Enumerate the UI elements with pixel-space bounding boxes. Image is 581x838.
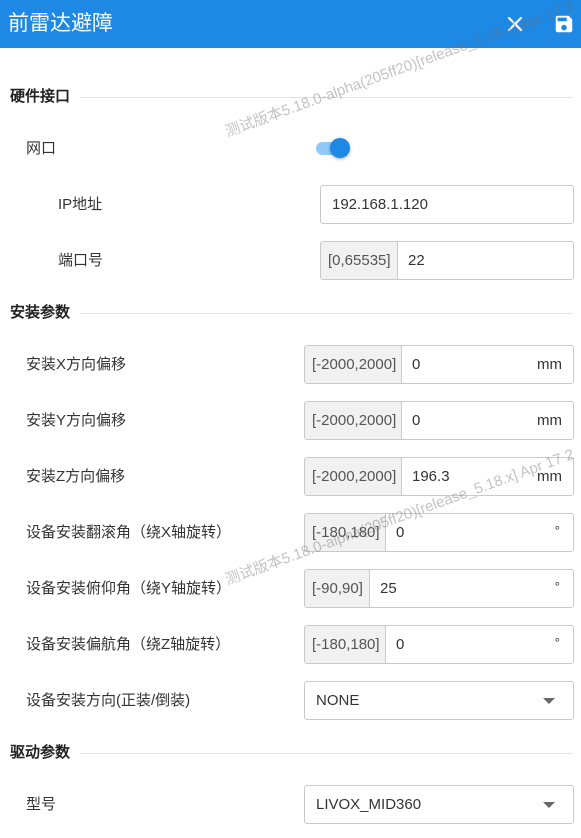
offset-z-range: [-2000,2000] [305,458,402,495]
offset-z-input[interactable] [402,458,537,495]
offset-x-label: 安装X方向偏移 [26,356,127,373]
offset-y-input[interactable] [402,402,537,439]
yaw-input[interactable] [386,626,555,663]
install-direction-value: NONE [316,692,360,709]
roll-range: [-180,180] [305,514,386,551]
offset-z-unit: mm [537,468,562,485]
section-divider [80,753,573,754]
section-title-driver: 驱动参数 [10,744,71,761]
port-range: [0,65535] [321,242,398,279]
roll-label: 设备安装翻滚角（绕X轴旋转） [26,524,232,541]
pitch-unit: ° [554,579,560,594]
lidar-settings-dialog: 前雷达避障 硬件接口 网口 IP地址 端口号 [0,65535] 安装参数 安装… [0,0,581,838]
offset-z-field: [-2000,2000] mm [304,457,574,496]
offset-z-label: 安装Z方向偏移 [26,468,126,485]
dialog-header: 前雷达避障 [0,0,581,48]
save-button[interactable] [552,12,576,36]
section-title-install: 安装参数 [10,304,71,321]
ip-field [320,185,574,224]
close-button[interactable] [503,12,527,36]
yaw-range: [-180,180] [305,626,386,663]
offset-x-field: [-2000,2000] mm [304,345,574,384]
offset-y-unit: mm [537,412,562,429]
model-value: LIVOX_MID360 [316,796,422,813]
offset-y-label: 安装Y方向偏移 [26,412,127,429]
save-icon [555,15,573,33]
triangle-down-icon [543,801,555,808]
model-label: 型号 [26,796,57,813]
network-toggle[interactable] [316,138,350,158]
roll-field: [-180,180] ° [304,513,574,552]
toggle-knob [330,138,350,158]
port-field: [0,65535] [320,241,574,280]
install-direction-label: 设备安装方向(正装/倒装) [26,692,191,709]
roll-unit: ° [554,523,560,538]
close-icon [507,16,523,32]
yaw-unit: ° [554,635,560,650]
offset-x-range: [-2000,2000] [305,346,402,383]
yaw-field: [-180,180] ° [304,625,574,664]
ip-input[interactable] [321,186,573,223]
pitch-range: [-90,90] [305,570,370,607]
port-label: 端口号 [58,252,104,269]
offset-y-field: [-2000,2000] mm [304,401,574,440]
section-divider [80,313,573,314]
roll-input[interactable] [386,514,555,551]
pitch-label: 设备安装俯仰角（绕Y轴旋转） [26,580,232,597]
port-input[interactable] [398,242,573,279]
network-label: 网口 [26,140,57,157]
pitch-field: [-90,90] ° [304,569,574,608]
model-select[interactable]: LIVOX_MID360 [304,785,574,824]
yaw-label: 设备安装偏航角（绕Z轴旋转） [26,636,231,653]
offset-y-range: [-2000,2000] [305,402,402,439]
section-title-hardware: 硬件接口 [10,88,71,105]
pitch-input[interactable] [370,570,555,607]
ip-label: IP地址 [58,196,103,213]
offset-x-unit: mm [537,356,562,373]
section-divider [80,97,573,98]
triangle-down-icon [543,697,555,704]
dialog-title: 前雷达避障 [8,12,113,35]
offset-x-input[interactable] [402,346,537,383]
install-direction-select[interactable]: NONE [304,681,574,720]
